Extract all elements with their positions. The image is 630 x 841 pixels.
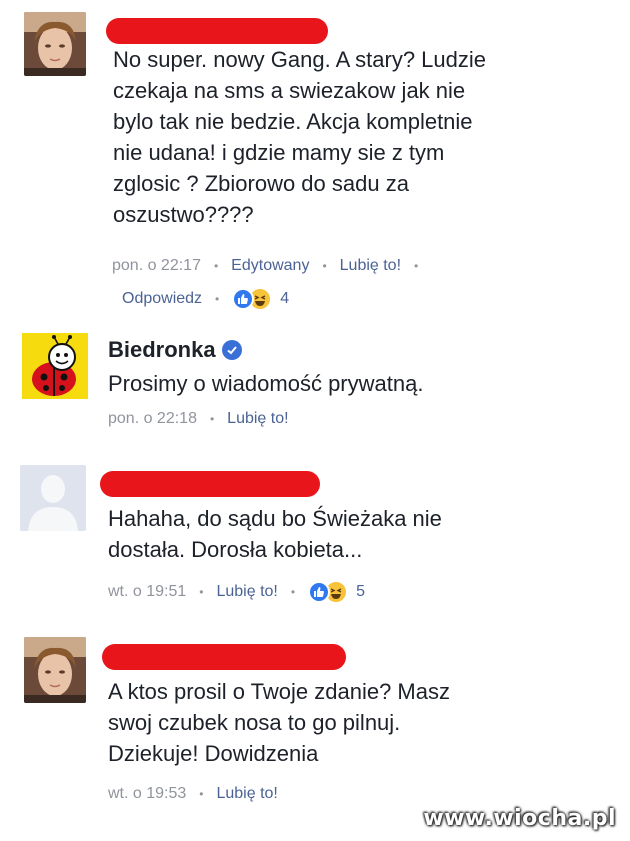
comment-timestamp[interactable]: pon. o 22:18 [108, 410, 197, 428]
reactions[interactable] [308, 580, 349, 604]
comment-timestamp[interactable]: pon. o 22:17 [112, 257, 201, 275]
comment-text: Prosimy o wiadomość prywatną. [108, 371, 424, 396]
comment-timestamp[interactable]: wt. o 19:51 [108, 583, 186, 601]
like-link[interactable]: Lubię to! [227, 410, 288, 428]
separator: • [209, 412, 215, 426]
author-name[interactable]: Biedronka [108, 337, 242, 363]
separator: • [290, 585, 296, 599]
comment-timestamp[interactable]: wt. o 19:53 [108, 785, 186, 803]
user-avatar[interactable] [24, 12, 86, 76]
edited-link[interactable]: Edytowany [231, 257, 309, 275]
comment-actions: pon. o 22:18 • Lubię to! [108, 410, 289, 428]
site-watermark: www.wiocha.pl [423, 806, 616, 831]
comment-actions-2: Odpowiedz • 4 [122, 287, 289, 311]
like-link[interactable]: Lubię to! [216, 583, 277, 601]
author-name-redacted [102, 644, 346, 670]
biedronka-avatar[interactable] [22, 333, 88, 399]
comment-actions: wt. o 19:53 • Lubię to! [108, 785, 278, 803]
comment-actions: wt. o 19:51 • Lubię to! • 5 [108, 580, 365, 604]
separator: • [322, 259, 327, 273]
author-name-text: Biedronka [108, 337, 216, 362]
reply-link[interactable]: Odpowiedz [122, 290, 202, 308]
author-name-redacted [100, 471, 320, 497]
separator: • [199, 585, 204, 599]
user-avatar[interactable] [20, 465, 86, 531]
author-name-redacted [106, 18, 328, 44]
comment-text: Hahaha, do sądu bo Świeżaka nie dostała.… [108, 506, 442, 562]
verified-badge-icon [221, 340, 242, 360]
user-avatar[interactable] [24, 637, 86, 703]
separator: • [414, 259, 419, 273]
like-link[interactable]: Lubię to! [216, 785, 277, 803]
like-reaction-icon [308, 581, 331, 603]
separator: • [215, 292, 220, 306]
like-link[interactable]: Lubię to! [340, 257, 401, 275]
reactions[interactable] [232, 287, 273, 311]
reaction-count[interactable]: 5 [356, 583, 365, 601]
reaction-count[interactable]: 4 [280, 290, 289, 308]
separator: • [213, 259, 219, 273]
separator: • [199, 787, 204, 801]
comment-text: A ktos prosil o Twoje zdanie? Masz swoj … [108, 679, 450, 766]
comment-text: No super. nowy Gang. A stary? Ludzie cze… [113, 47, 487, 227]
comment-actions: pon. o 22:17 • Edytowany • Lubię to! • [112, 257, 431, 275]
